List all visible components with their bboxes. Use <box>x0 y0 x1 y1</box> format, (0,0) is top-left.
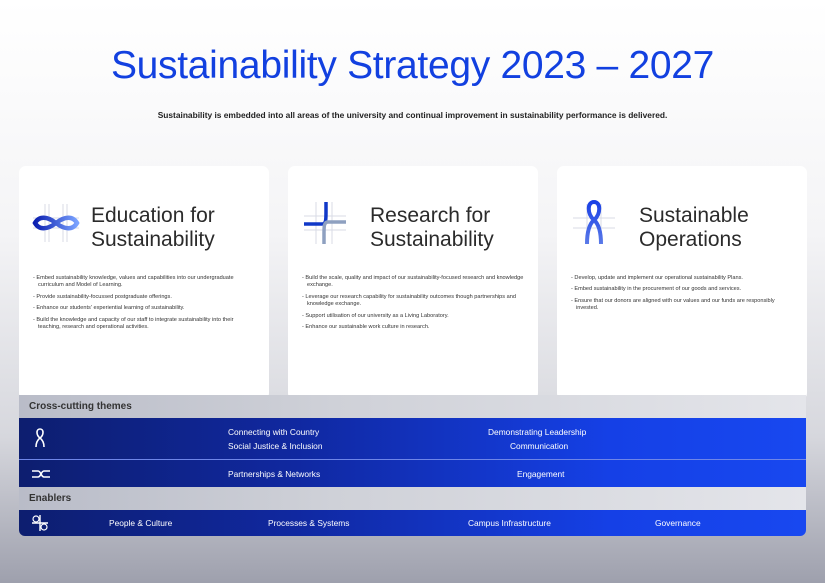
list-item: Provide sustainability-focussed postgrad… <box>33 294 255 301</box>
list-item: Leverage our research capability for sus… <box>302 294 524 309</box>
enabler-people-culture: People & Culture <box>109 518 173 528</box>
infinity-loop-icon <box>32 204 80 242</box>
card-heading: Education for Sustainability <box>91 204 215 251</box>
theme-demonstrating-leadership: Demonstrating Leadership <box>488 427 587 437</box>
enabler-governance: Governance <box>655 518 701 528</box>
list-item: Support utilisation of our university as… <box>302 313 524 320</box>
list-item: Enhance our students' experiential learn… <box>33 305 255 312</box>
crossing-lines-icon <box>304 202 346 244</box>
enabler-processes-systems: Processes & Systems <box>268 518 350 528</box>
card-list: Develop, update and implement our operat… <box>571 275 793 317</box>
card-list: Embed sustainability knowledge, values a… <box>33 275 255 335</box>
theme-communication: Communication <box>510 441 569 451</box>
figure-eight-icon <box>573 200 615 245</box>
list-item: Embed sustainability knowledge, values a… <box>33 275 255 290</box>
card-research: Research for Sustainability Build the sc… <box>288 166 538 400</box>
theme-engagement: Engagement <box>517 469 565 479</box>
cross-cutting-row-1: Connecting with Country Social Justice &… <box>19 418 806 459</box>
list-item: Build the knowledge and capacity of our … <box>33 317 255 332</box>
themes-panel: Cross-cutting themes Connecting with Cou… <box>19 395 806 536</box>
list-item: Develop, update and implement our operat… <box>571 275 793 282</box>
enabler-campus-infrastructure: Campus Infrastructure <box>468 518 551 528</box>
theme-social-justice: Social Justice & Inclusion <box>228 441 323 451</box>
card-heading: Research for Sustainability <box>370 204 494 251</box>
theme-partnerships: Partnerships & Networks <box>228 469 321 479</box>
list-item: Ensure that our donors are aligned with … <box>571 298 793 313</box>
crossover-icon <box>32 470 50 478</box>
enablers-row: People & Culture Processes & Systems Cam… <box>19 510 806 536</box>
card-education: Education for Sustainability Embed susta… <box>19 166 269 400</box>
card-heading: Sustainable Operations <box>639 204 749 251</box>
enablers-label: Enablers <box>19 487 806 510</box>
figure-eight-icon <box>35 428 45 448</box>
card-list: Build the scale, quality and impact of o… <box>302 275 524 335</box>
card-operations: Sustainable Operations Develop, update a… <box>557 166 807 400</box>
list-item: Enhance our sustainable work culture in … <box>302 324 524 331</box>
theme-connecting-country: Connecting with Country <box>228 427 320 437</box>
clover-cross-icon <box>32 515 48 531</box>
page-subtitle: Sustainability is embedded into all area… <box>157 110 668 120</box>
list-item: Embed sustainability in the procurement … <box>571 286 793 293</box>
cross-cutting-row-2: Partnerships & Networks Engagement <box>19 460 806 487</box>
list-item: Build the scale, quality and impact of o… <box>302 275 524 290</box>
page-title: Sustainability Strategy 2023 – 2027 <box>110 44 715 87</box>
cross-cutting-label: Cross-cutting themes <box>19 395 806 418</box>
